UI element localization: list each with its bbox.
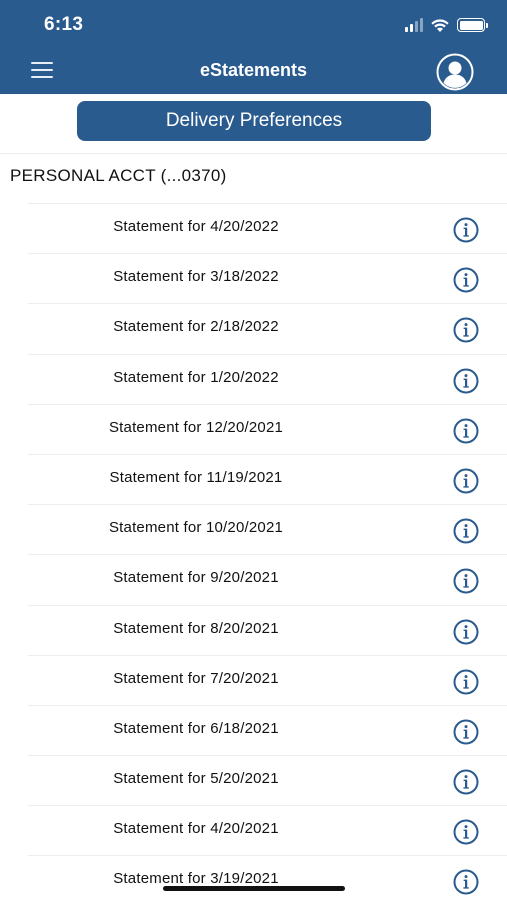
statement-label[interactable]: Statement for 11/19/2021 <box>28 469 364 486</box>
statement-row[interactable]: Statement for 7/20/2021 <box>28 654 507 705</box>
wifi-icon <box>431 18 449 32</box>
info-icon[interactable] <box>453 217 479 243</box>
statement-label[interactable]: Statement for 8/20/2021 <box>28 620 364 637</box>
statement-label[interactable]: Statement for 10/20/2021 <box>28 519 364 536</box>
cellular-signal-icon <box>405 18 423 32</box>
info-icon[interactable] <box>453 619 479 645</box>
info-icon[interactable] <box>453 819 479 845</box>
statement-row[interactable]: Statement for 8/20/2021 <box>28 604 507 655</box>
statement-label[interactable]: Statement for 7/20/2021 <box>28 670 364 687</box>
info-icon[interactable] <box>453 368 479 394</box>
statement-label[interactable]: Statement for 4/20/2022 <box>28 218 364 235</box>
info-icon[interactable] <box>453 317 479 343</box>
user-profile-icon[interactable] <box>436 53 474 91</box>
info-icon[interactable] <box>453 869 479 895</box>
info-icon[interactable] <box>453 669 479 695</box>
statement-row[interactable]: Statement for 4/20/2022 <box>28 203 507 253</box>
info-icon[interactable] <box>453 769 479 795</box>
statement-row[interactable]: Statement for 4/20/2021 <box>28 805 507 855</box>
statement-row[interactable]: Statement for 6/18/2021 <box>28 704 507 755</box>
page-title: eStatements <box>199 60 308 80</box>
statement-row[interactable]: Statement for 3/18/2022 <box>28 253 507 303</box>
delivery-preferences-wrapper: Delivery Preferences <box>77 101 431 141</box>
estatements-screen: 6:13 eStatements Delivery Preferences PE… <box>0 0 507 900</box>
statement-list: Statement for 4/20/2022 Statement for 3/1… <box>0 203 507 900</box>
statement-row[interactable]: Statement for 2/18/2022 <box>28 303 507 353</box>
info-icon[interactable] <box>453 418 479 444</box>
home-indicator[interactable] <box>163 886 345 891</box>
statement-label[interactable]: Statement for 12/20/2021 <box>28 419 364 436</box>
delivery-preferences-button[interactable]: Delivery Preferences <box>77 101 431 141</box>
statement-row[interactable]: Statement for 9/20/2021 <box>28 554 507 604</box>
info-icon[interactable] <box>453 719 479 745</box>
info-icon[interactable] <box>453 267 479 293</box>
info-icon[interactable] <box>453 468 479 494</box>
statement-label[interactable]: Statement for 5/20/2021 <box>28 770 364 787</box>
statement-label[interactable]: Statement for 3/18/2022 <box>28 268 364 285</box>
battery-icon <box>457 18 488 32</box>
statement-label[interactable]: Statement for 3/19/2021 <box>28 870 364 887</box>
divider <box>0 153 507 154</box>
status-icons <box>405 16 488 34</box>
info-icon[interactable] <box>453 518 479 544</box>
statement-label[interactable]: Statement for 6/18/2021 <box>28 720 364 737</box>
statement-row[interactable]: Statement for 5/20/2021 <box>28 755 507 805</box>
statement-label[interactable]: Statement for 9/20/2021 <box>28 569 364 586</box>
statement-label[interactable]: Statement for 4/20/2021 <box>28 820 364 837</box>
statement-row[interactable]: Statement for 10/20/2021 <box>28 504 507 554</box>
account-label: PERSONAL ACCT (...0370) <box>10 166 227 185</box>
statement-row[interactable]: Statement for 12/20/2021 <box>28 403 507 454</box>
statement-row[interactable]: Statement for 3/19/2021 <box>28 855 507 900</box>
statement-row[interactable]: Statement for 1/20/2022 <box>28 353 507 404</box>
statement-row[interactable]: Statement for 11/19/2021 <box>28 453 507 504</box>
info-icon[interactable] <box>453 568 479 594</box>
app-header: 6:13 eStatements <box>0 0 507 94</box>
status-time: 6:13 <box>44 14 84 35</box>
statement-label[interactable]: Statement for 1/20/2022 <box>28 369 364 386</box>
statement-label[interactable]: Statement for 2/18/2022 <box>28 318 364 335</box>
